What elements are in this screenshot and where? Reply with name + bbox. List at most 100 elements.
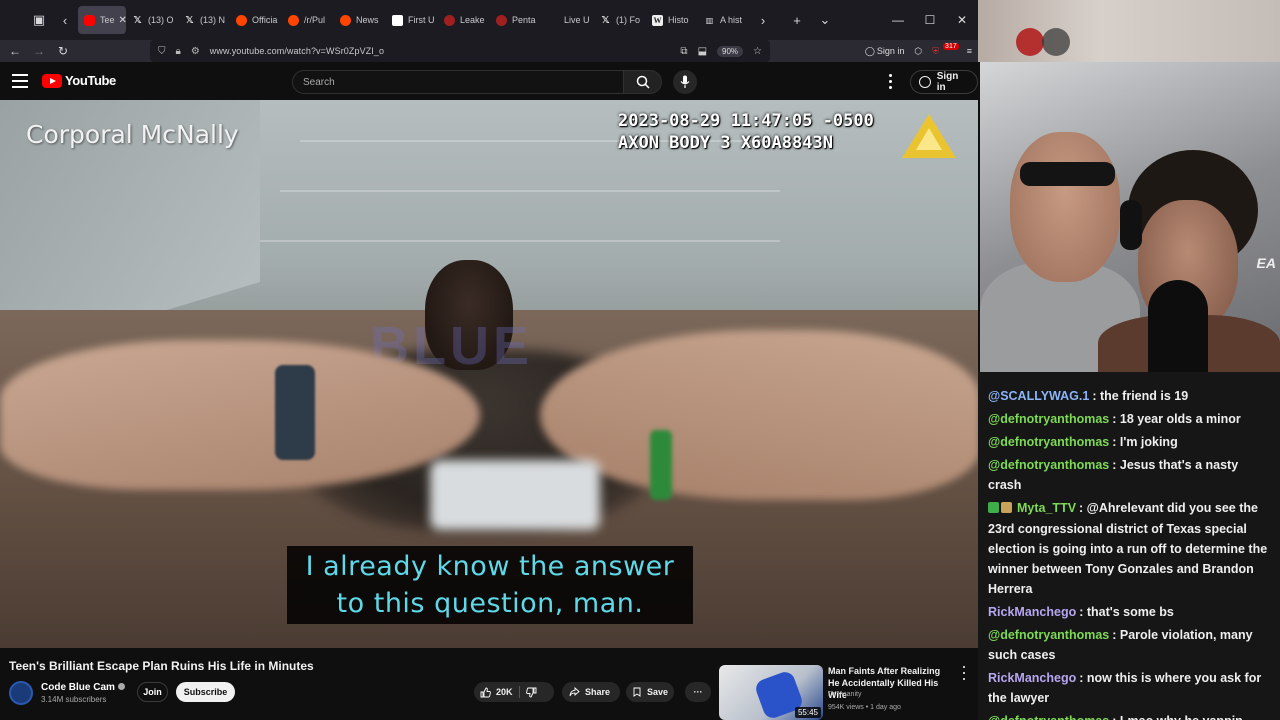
ublock-icon[interactable]: ⛨ [932, 46, 939, 57]
search-button[interactable] [624, 70, 662, 94]
tab-6[interactable]: First U [386, 6, 438, 34]
tab-list-chevron-icon[interactable]: ⌄ [812, 7, 838, 33]
tab-5[interactable]: News [334, 6, 386, 34]
more-actions-icon[interactable]: ··· [685, 682, 711, 702]
video-scene-watch [275, 365, 315, 460]
chat-username[interactable]: RickManchego [988, 671, 1076, 685]
extensions-icon[interactable]: ⬡ [914, 46, 922, 57]
search-input[interactable] [292, 70, 624, 94]
tabs-scroll-right-icon[interactable]: › [750, 7, 776, 33]
chat-badges [988, 499, 1014, 519]
channel-name-text[interactable]: Code Blue Cam [41, 682, 115, 693]
youtube-icon [84, 14, 95, 26]
permissions-icon[interactable]: ⚙︎ [191, 46, 200, 57]
subtitle-caption: I already know the answer to this questi… [287, 546, 693, 624]
leak-icon [444, 14, 455, 26]
video-title: Teen's Brilliant Escape Plan Ruins His L… [9, 659, 314, 673]
channel-avatar[interactable] [9, 681, 33, 705]
video-player[interactable]: BLUE Corporal McNally 2023-08-29 11:47:0… [0, 100, 978, 648]
video-scene-tile-line [260, 240, 780, 242]
maximize-icon[interactable]: ☐ [914, 13, 946, 27]
picture-in-picture-icon[interactable]: ⧉ [680, 46, 687, 57]
hamburger-menu-icon[interactable] [12, 74, 28, 88]
tab-9[interactable]: Live U [542, 6, 594, 34]
account-icon[interactable]: ◯ [865, 46, 875, 57]
tab-4[interactable]: /r/Pul [282, 6, 334, 34]
chat-username[interactable]: @defnotryanthomas [988, 714, 1109, 720]
tabs-scroll-left-icon[interactable]: ‹ [52, 7, 78, 33]
share-button[interactable]: Share [562, 682, 620, 702]
tab-label: Tee [100, 15, 115, 25]
chat-username[interactable]: @SCALLYWAG.1 [988, 389, 1089, 403]
browser-sign-in-label[interactable]: Sign in [877, 46, 905, 56]
channel-name[interactable]: Code Blue Cam [41, 682, 125, 693]
browser-window: ▣ ‹ Tee ✕ 𝕏 (13) O 𝕏 (13) N Officia/r/Pul News F… [0, 0, 978, 720]
youtube-logo[interactable]: YouTube [42, 73, 116, 88]
tab-1[interactable]: 𝕏 (13) O [126, 6, 178, 34]
video-scene-tile-line [280, 190, 780, 192]
tab-11[interactable]: W Histo [646, 6, 698, 34]
chat-badge-icon [988, 502, 999, 513]
tab-7[interactable]: Leake [438, 6, 490, 34]
chat-username[interactable]: Myta_TTV [1017, 501, 1076, 515]
tab-strip: Tee ✕ 𝕏 (13) O 𝕏 (13) N Officia/r/Pul News First… [78, 6, 750, 34]
tab-overview-icon[interactable]: ▣ [26, 7, 52, 33]
youtube-sign-in-button[interactable]: Sign in [910, 70, 978, 94]
chat-username[interactable]: RickManchego [988, 605, 1076, 619]
tab-0[interactable]: Tee ✕ [78, 6, 126, 34]
tab-8[interactable]: Penta [490, 6, 542, 34]
reload-icon[interactable]: ↻ [51, 44, 75, 58]
recommended-video-meta: 954K views • 1 day ago [828, 704, 901, 711]
tab-close-icon[interactable]: ✕ [119, 15, 126, 26]
shield-icon[interactable]: ⛉ [158, 46, 166, 57]
more-options-icon[interactable] [884, 72, 896, 90]
save-to-pocket-icon[interactable]: ⬓ [698, 46, 707, 57]
recommended-video-thumbnail[interactable]: 55:45 [719, 665, 823, 720]
close-window-icon[interactable]: ✕ [946, 13, 978, 27]
join-button[interactable]: Join [137, 682, 168, 702]
leak-icon [496, 14, 507, 26]
app-menu-icon[interactable]: ≡ [967, 46, 972, 56]
tab-bar: ▣ ‹ Tee ✕ 𝕏 (13) O 𝕏 (13) N Officia/r/Pul News F… [0, 0, 978, 40]
news-icon [392, 14, 403, 26]
like-button[interactable]: 20K [474, 682, 519, 702]
reddit-icon [340, 14, 351, 26]
zoom-level-badge[interactable]: 90% [717, 45, 744, 57]
navigation-bar: ← → ↻ ⛉ 🔒︎ ⚙︎ www.youtube.com/watch?v=WS… [0, 40, 978, 62]
bookmark-star-icon[interactable]: ☆ [753, 46, 762, 57]
back-icon[interactable]: ← [3, 44, 27, 58]
url-text[interactable]: www.youtube.com/watch?v=WSr0ZpVZI_o [210, 46, 384, 56]
save-button[interactable]: Save [626, 682, 674, 702]
forward-icon[interactable]: → [27, 44, 51, 58]
chat-message: @defnotryanthomas: Lmao why he yappin [988, 711, 1274, 720]
tab-label: (13) O [148, 15, 174, 25]
subscribe-button[interactable]: Subscribe [176, 682, 235, 702]
tab-3[interactable]: Officia [230, 6, 282, 34]
webcam-background-text: EA [1256, 255, 1276, 271]
new-tab-icon[interactable]: + [784, 7, 810, 33]
recommended-video-channel[interactable]: Dr Insanity [828, 691, 861, 698]
minimize-icon[interactable]: — [882, 13, 914, 27]
tab-12[interactable]: ▥ A hist [698, 6, 750, 34]
webcam-streamer [1098, 140, 1280, 372]
document-icon: ▥ [705, 15, 714, 25]
chat-username[interactable]: @defnotryanthomas [988, 412, 1109, 426]
chat-username[interactable]: @defnotryanthomas [988, 458, 1109, 472]
recommended-more-icon[interactable] [960, 666, 968, 680]
chat-username[interactable]: @defnotryanthomas [988, 628, 1109, 642]
chat-message: RickManchego: that's some bs [988, 602, 1274, 622]
chat-previous-message-cutoff [988, 372, 1274, 386]
lock-icon[interactable]: 🔒︎ [176, 46, 181, 57]
dislike-button[interactable] [520, 682, 543, 702]
window-controls: — ☐ ✕ [882, 0, 978, 40]
tab-label: (13) N [200, 15, 226, 25]
axon-logo-icon [902, 114, 956, 158]
voice-search-button[interactable] [673, 70, 697, 94]
tab-label: Histo [668, 15, 689, 25]
chat-username[interactable]: @defnotryanthomas [988, 435, 1109, 449]
url-bar[interactable]: ⛉ 🔒︎ ⚙︎ www.youtube.com/watch?v=WSr0ZpVZ… [150, 40, 770, 62]
tab-10[interactable]: 𝕏 (1) Fo [594, 6, 646, 34]
tab-2[interactable]: 𝕏 (13) N [178, 6, 230, 34]
video-scene-arm-left [0, 340, 480, 490]
chat-text: : @Ahrelevant did you see the 23rd congr… [988, 501, 1268, 596]
